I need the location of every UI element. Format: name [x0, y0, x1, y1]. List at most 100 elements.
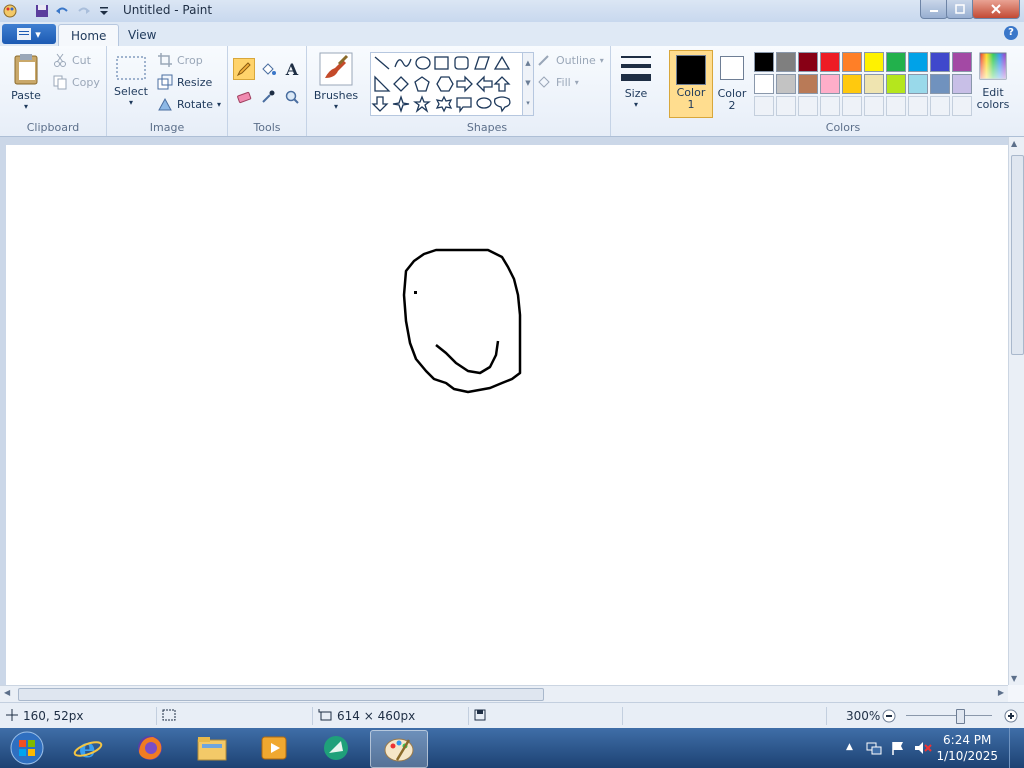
- palette-swatch[interactable]: [776, 74, 796, 94]
- color2-button[interactable]: Color 2: [714, 50, 750, 116]
- colors-group: Color 1 Color 2 Edit colors Colors: [662, 46, 1024, 136]
- color-picker-tool-button[interactable]: [257, 86, 279, 108]
- scroll-left-arrow-icon[interactable]: ◀: [4, 688, 10, 697]
- taskbar-internet-explorer[interactable]: e: [64, 730, 112, 766]
- color1-button[interactable]: Color 1: [669, 50, 713, 118]
- zoom-in-button[interactable]: [1004, 703, 1018, 729]
- vertical-scrollbar[interactable]: ▲ ▼: [1008, 137, 1024, 685]
- text-tool-button[interactable]: A: [281, 58, 303, 80]
- palette-swatch-empty[interactable]: [864, 96, 884, 116]
- scroll-down-arrow-icon[interactable]: ▼: [1011, 674, 1017, 683]
- palette-swatch[interactable]: [754, 52, 774, 72]
- palette-swatch-empty[interactable]: [886, 96, 906, 116]
- palette-swatch[interactable]: [886, 74, 906, 94]
- palette-swatch[interactable]: [908, 74, 928, 94]
- palette-swatch[interactable]: [952, 74, 972, 94]
- clipboard-group-label: Clipboard: [26, 121, 80, 134]
- shapes-gallery-scroller[interactable]: ▲ ▼ ▾: [522, 52, 534, 116]
- minimize-button[interactable]: [920, 0, 948, 19]
- zoom-slider[interactable]: [906, 703, 992, 729]
- volume-muted-icon[interactable]: [914, 740, 932, 759]
- palette-swatch[interactable]: [864, 52, 884, 72]
- magnifier-tool-button[interactable]: [281, 86, 303, 108]
- palette-swatch-empty[interactable]: [798, 96, 818, 116]
- maximize-button[interactable]: [946, 0, 974, 19]
- palette-swatch[interactable]: [908, 52, 928, 72]
- pentagon-shape-icon: [414, 76, 430, 92]
- copy-button[interactable]: Copy: [52, 74, 100, 90]
- scroll-right-arrow-icon[interactable]: ▶: [998, 688, 1004, 697]
- taskbar-firefox[interactable]: [126, 730, 174, 766]
- palette-swatch[interactable]: [930, 74, 950, 94]
- scroll-up-arrow-icon[interactable]: ▲: [1011, 139, 1017, 148]
- show-desktop-button[interactable]: [1009, 728, 1024, 768]
- redo-icon[interactable]: [76, 3, 92, 19]
- help-icon[interactable]: ?: [1004, 26, 1018, 40]
- brushes-button[interactable]: Brushes ▾: [313, 52, 359, 111]
- network-icon[interactable]: [866, 740, 882, 759]
- palette-swatch[interactable]: [798, 52, 818, 72]
- resize-button[interactable]: Resize: [157, 74, 212, 90]
- customize-quick-access-icon[interactable]: [98, 3, 114, 19]
- palette-swatch-empty[interactable]: [952, 96, 972, 116]
- palette-swatch[interactable]: [754, 74, 774, 94]
- action-center-flag-icon[interactable]: [890, 740, 906, 759]
- outline-button[interactable]: Outline ▾: [536, 52, 604, 68]
- fill-button[interactable]: Fill ▾: [536, 74, 579, 90]
- size-button[interactable]: Size ▾: [617, 52, 655, 109]
- save-icon[interactable]: [34, 3, 50, 19]
- chevron-down-icon: ▾: [128, 98, 133, 107]
- taskbar-file-explorer[interactable]: [188, 730, 236, 766]
- rotate-button[interactable]: Rotate ▾: [157, 96, 221, 112]
- rotate-icon: [157, 96, 173, 112]
- palette-swatch[interactable]: [798, 74, 818, 94]
- palette-swatch-empty[interactable]: [776, 96, 796, 116]
- palette-swatch[interactable]: [952, 52, 972, 72]
- hexagon-shape-icon: [436, 76, 454, 92]
- shapes-group: ▲ ▼ ▾ Outline ▾ Fill ▾ Shapes: [364, 46, 611, 136]
- taskbar-app-green[interactable]: [312, 730, 360, 766]
- drawing-canvas[interactable]: [6, 145, 1008, 685]
- palette-swatch[interactable]: [776, 52, 796, 72]
- pencil-tool-button[interactable]: [233, 58, 255, 80]
- palette-swatch[interactable]: [842, 52, 862, 72]
- shapes-gallery-icons: [371, 55, 511, 114]
- palette-swatch-empty[interactable]: [754, 96, 774, 116]
- palette-swatch[interactable]: [886, 52, 906, 72]
- tab-home[interactable]: Home: [58, 24, 120, 47]
- fill-tool-button[interactable]: [257, 58, 279, 80]
- cut-button[interactable]: Cut: [52, 52, 91, 68]
- edit-colors-button[interactable]: Edit colors: [976, 52, 1010, 111]
- zoom-out-button[interactable]: [882, 703, 896, 729]
- canvas-size-icon: [318, 708, 332, 724]
- palette-swatch[interactable]: [820, 52, 840, 72]
- palette-swatch[interactable]: [842, 74, 862, 94]
- show-hidden-icons-arrow[interactable]: ▲: [846, 742, 853, 752]
- undo-icon[interactable]: [54, 3, 70, 19]
- eraser-icon: [237, 91, 252, 104]
- vertical-scroll-thumb[interactable]: [1011, 155, 1024, 355]
- palette-swatch-empty[interactable]: [842, 96, 862, 116]
- diamond-shape-icon: [393, 76, 409, 92]
- palette-swatch-empty[interactable]: [930, 96, 950, 116]
- paint-app-icon[interactable]: [2, 3, 18, 19]
- zoom-slider-thumb[interactable]: [956, 709, 965, 724]
- taskbar-clock[interactable]: 6:24 PM 1/10/2025: [936, 732, 998, 764]
- palette-swatch-empty[interactable]: [908, 96, 928, 116]
- palette-swatch[interactable]: [930, 52, 950, 72]
- eraser-tool-button[interactable]: [233, 86, 255, 108]
- crop-button[interactable]: Crop: [157, 52, 203, 68]
- select-button[interactable]: Select ▾: [113, 54, 149, 107]
- taskbar-paint[interactable]: [370, 730, 428, 768]
- taskbar-media-player[interactable]: [250, 730, 298, 766]
- palette-swatch[interactable]: [864, 74, 884, 94]
- palette-swatch[interactable]: [820, 74, 840, 94]
- paint-menu-button[interactable]: ▾: [2, 24, 56, 44]
- start-button[interactable]: [2, 730, 52, 766]
- tab-view[interactable]: View: [116, 24, 168, 46]
- close-button[interactable]: [972, 0, 1020, 19]
- paste-button[interactable]: Paste ▾: [6, 52, 46, 111]
- palette-swatch-empty[interactable]: [820, 96, 840, 116]
- horizontal-scrollbar[interactable]: ◀ ▶: [0, 685, 1008, 702]
- horizontal-scroll-thumb[interactable]: [18, 688, 544, 701]
